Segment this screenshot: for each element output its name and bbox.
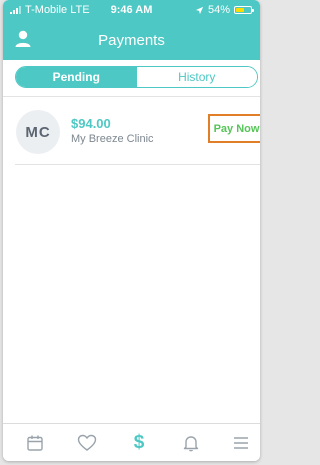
bottom-tab-bar: $ — [3, 423, 260, 461]
battery-icon — [234, 6, 254, 14]
bell-icon — [183, 436, 199, 452]
pay-now-button[interactable]: Pay Now — [208, 114, 260, 143]
menu-icon — [234, 437, 248, 449]
battery-fill — [236, 8, 244, 12]
payment-amount: $94.00 — [71, 116, 111, 131]
header-bar: T-Mobile LTE 9:46 AM 54% Payments — [3, 0, 260, 60]
dollar-icon: $ — [133, 432, 145, 453]
phone-screen: T-Mobile LTE 9:46 AM 54% Payments Pendin… — [3, 0, 260, 461]
payment-list-item: MC $94.00 My Breeze Clinic Pay Now — [3, 97, 260, 162]
status-right: 54% — [195, 4, 254, 16]
divider — [15, 164, 260, 165]
location-arrow-icon — [195, 6, 204, 14]
tab-pending[interactable]: Pending — [16, 67, 137, 87]
page-title: Payments — [98, 32, 165, 49]
battery-percent: 54% — [207, 4, 230, 16]
tab-payments[interactable]: $ — [119, 424, 159, 461]
tab-history[interactable]: History — [136, 67, 257, 87]
tab-calendar[interactable] — [15, 424, 55, 461]
payment-segment-control: Pending History — [15, 66, 258, 88]
calendar-icon — [27, 435, 43, 451]
tab-notifications[interactable] — [171, 424, 211, 461]
status-bar: T-Mobile LTE 9:46 AM 54% — [3, 0, 260, 20]
heart-icon — [77, 434, 97, 451]
clinic-name: My Breeze Clinic — [71, 133, 154, 145]
tab-menu[interactable] — [221, 424, 260, 461]
clinic-avatar: MC — [16, 110, 60, 154]
tab-favorites[interactable] — [67, 424, 107, 461]
